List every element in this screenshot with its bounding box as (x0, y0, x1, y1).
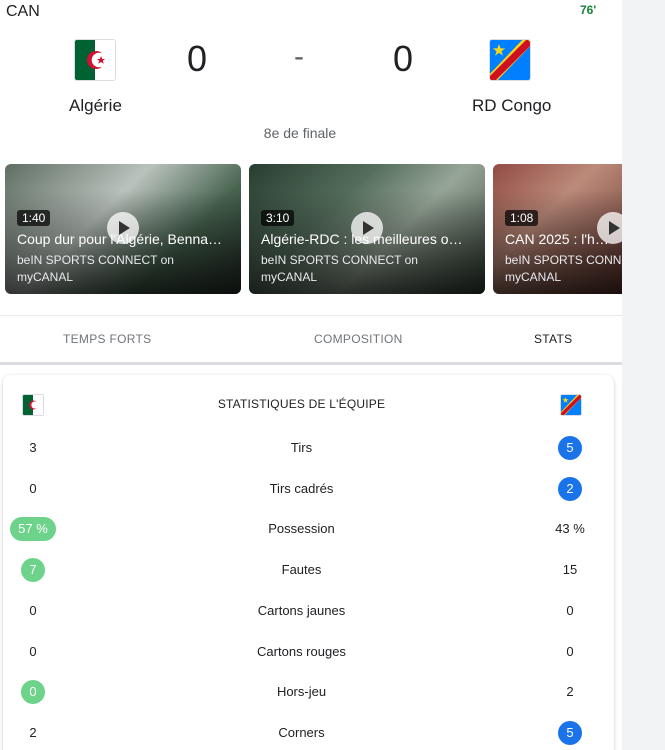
stat-away-value: 2 (566, 684, 574, 699)
tab-divider (0, 362, 622, 365)
score-separator: - (294, 40, 304, 73)
stat-away-value: 43 % (555, 521, 585, 536)
stat-row-corners: 2 Corners 5 (0, 721, 622, 750)
stat-label: Cartons jaunes (257, 603, 346, 618)
away-score: 0 (393, 38, 414, 79)
algeria-flag-icon[interactable] (74, 39, 116, 81)
stat-away-value: 15 (562, 562, 578, 577)
match-tabs: TEMPS FORTS COMPOSITION STATS (0, 315, 622, 365)
stat-label: Corners (278, 725, 325, 740)
stat-row-cartons-jaunes: 0 Cartons jaunes 0 (0, 599, 622, 629)
stat-label: Fautes (281, 562, 322, 577)
video-source: beIN SPORTS CONNE myCANAL (505, 253, 622, 284)
stat-row-tirs-cadres: 0 Tirs cadrés 2 (0, 477, 622, 507)
stat-away-value: 0 (566, 603, 574, 618)
page-scrollbar-track[interactable] (622, 0, 665, 750)
video-source: beIN SPORTS CONNECT on myCANAL (17, 253, 174, 284)
stat-label: Tirs (290, 440, 313, 455)
stat-row-cartons-rouges: 0 Cartons rouges 0 (0, 640, 622, 670)
stats-title: STATISTIQUES DE L'ÉQUIPE (217, 397, 386, 411)
stat-label: Hors-jeu (276, 684, 327, 699)
stat-label: Possession (268, 521, 335, 536)
stat-away-value: 5 (558, 721, 582, 745)
video-card[interactable]: 3:10 Algérie-RDC : les meilleures o… beI… (249, 164, 485, 294)
stat-row-possession: 57 % Possession 43 % (0, 517, 622, 547)
video-title: Algérie-RDC : les meilleures o… (261, 231, 463, 247)
stat-label: Tirs cadrés (269, 481, 334, 496)
stat-away-value: 2 (558, 477, 582, 501)
video-card[interactable]: 1:08 CAN 2025 : l'hymn beIN SPORTS CONNE… (493, 164, 622, 294)
live-minute: 76' (580, 3, 597, 17)
video-duration: 1:40 (17, 210, 51, 226)
home-team-name[interactable]: Algérie (69, 96, 122, 116)
dr-congo-flag-icon[interactable] (489, 39, 531, 81)
tab-composition[interactable]: COMPOSITION (314, 332, 403, 346)
video-duration: 3:10 (261, 210, 295, 226)
video-title: CAN 2025 : l'hymn (505, 231, 615, 247)
competition-label: CAN (6, 3, 40, 20)
stat-away-value: 5 (558, 436, 582, 460)
dr-congo-flag-icon (560, 394, 582, 416)
video-card[interactable]: 1:40 Coup dur pour l'Algérie, Benna… beI… (5, 164, 241, 294)
home-score: 0 (187, 38, 208, 79)
tab-temps-forts[interactable]: TEMPS FORTS (63, 332, 151, 346)
away-team-name[interactable]: RD Congo (472, 96, 551, 116)
stat-away-value: 0 (566, 644, 574, 659)
match-stage: 8e de finale (263, 125, 337, 141)
stat-row-fautes: 7 Fautes 15 (0, 558, 622, 588)
tab-stats[interactable]: STATS (534, 332, 572, 346)
stat-row-tirs: 3 Tirs 5 (0, 436, 622, 466)
video-duration: 1:08 (505, 210, 539, 226)
stat-label: Cartons rouges (257, 644, 346, 659)
video-source: beIN SPORTS CONNECT on myCANAL (261, 253, 418, 284)
match-panel: CAN 76' 0 - 0 Algérie RD Congo 8e de fin… (0, 0, 622, 750)
stat-row-hors-jeu: 0 Hors-jeu 2 (0, 680, 622, 710)
video-title: Coup dur pour l'Algérie, Benna… (17, 231, 223, 247)
